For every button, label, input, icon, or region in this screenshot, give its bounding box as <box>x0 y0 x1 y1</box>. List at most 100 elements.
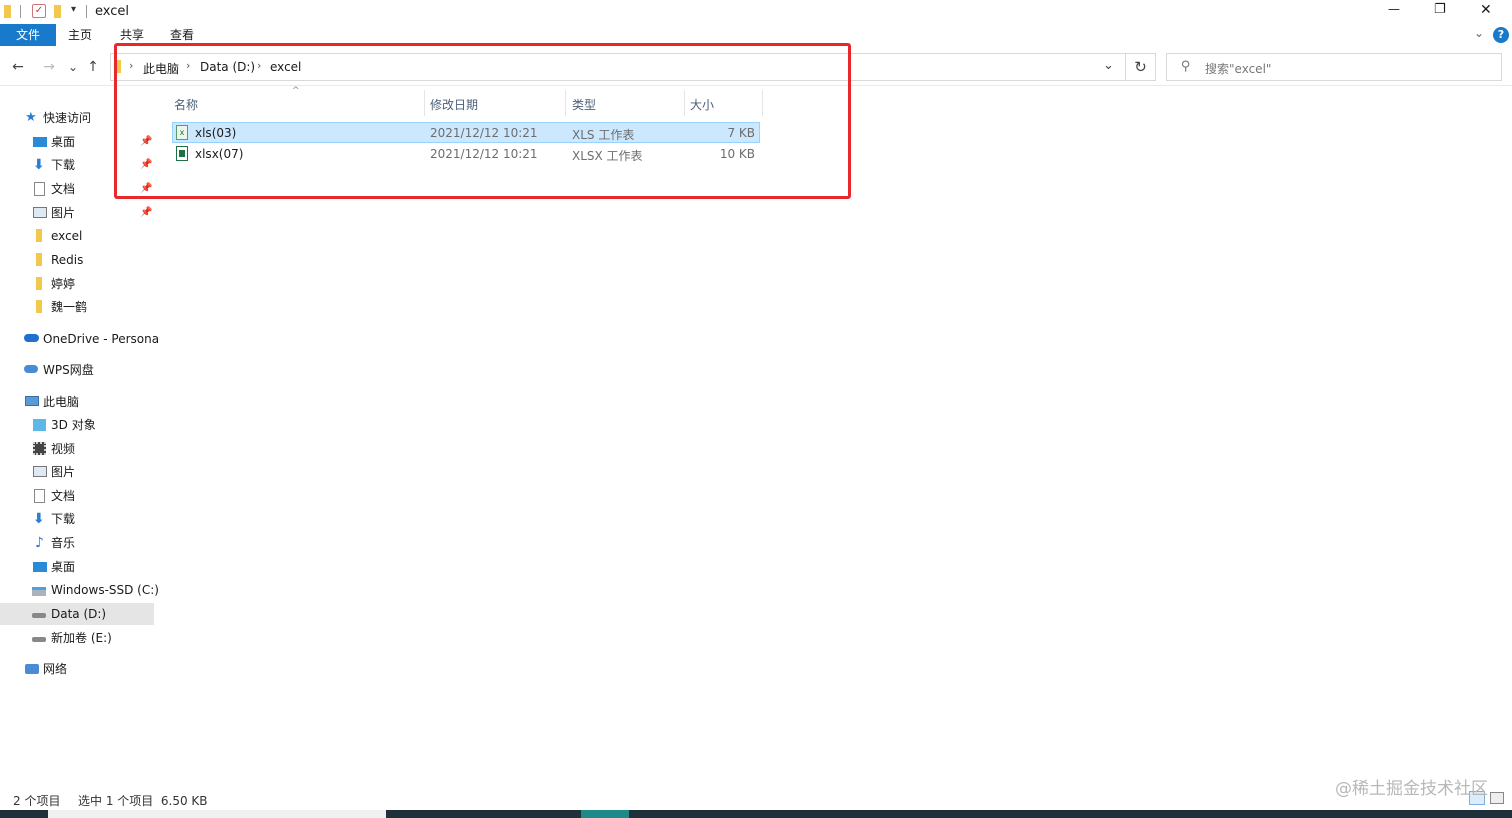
document-icon <box>34 182 45 196</box>
sidebar-item-label: 网络 <box>43 662 68 676</box>
sidebar-item-label: 音乐 <box>51 536 76 550</box>
recent-locations-dropdown[interactable]: ⌄ <box>64 58 82 76</box>
sidebar-item-label: 婷婷 <box>51 277 76 291</box>
refresh-button[interactable]: ↻ <box>1126 53 1156 81</box>
properties-icon[interactable]: ✓ <box>32 4 46 18</box>
tab-file[interactable]: 文件 <box>0 24 56 46</box>
up-button[interactable]: ↑ <box>84 58 102 76</box>
divider <box>86 5 87 18</box>
taskbar-active-app[interactable] <box>581 810 629 818</box>
sidebar-item-label: 新加卷 (E:) <box>51 631 112 645</box>
address-dropdown-icon[interactable]: ⌄ <box>1103 58 1114 73</box>
sidebar-item-music[interactable]: ♪ 音乐 <box>0 532 160 554</box>
sidebar-item-wps[interactable]: WPS网盘 <box>0 359 160 381</box>
cloud-icon <box>24 365 38 373</box>
music-icon: ♪ <box>35 535 44 551</box>
sidebar-item-label: 下载 <box>51 512 76 526</box>
taskbar <box>0 810 1512 818</box>
highlight-box <box>114 43 851 199</box>
sidebar-item-onedrive[interactable]: OneDrive - Persona <box>0 328 160 350</box>
desktop-icon <box>33 562 47 572</box>
folder-icon <box>36 229 42 242</box>
sidebar-item-network[interactable]: 网络 <box>0 658 160 680</box>
sidebar-item-label: Data (D:) <box>51 607 107 621</box>
pin-icon[interactable]: 📌 <box>140 202 152 224</box>
download-icon: ⬇ <box>33 511 45 527</box>
sidebar-item-drive-c[interactable]: Windows-SSD (C:) <box>0 579 160 601</box>
back-button[interactable]: ← <box>9 58 27 76</box>
search-box[interactable]: ⚲ 搜索"excel" <box>1166 53 1502 81</box>
sidebar-item-label: 魏一鹤 <box>51 300 88 314</box>
sidebar-item-downloads-pc[interactable]: ⬇ 下载 <box>0 508 160 530</box>
sidebar-item-label: excel <box>51 229 83 243</box>
windows-drive-icon <box>32 587 46 596</box>
network-icon <box>25 664 39 674</box>
sidebar-item-drive-e[interactable]: 新加卷 (E:) <box>0 627 160 649</box>
title-bar: ✓ ▾ excel — ❐ ✕ <box>0 0 1512 24</box>
navigation-pane: ★ 快速访问 桌面 📌 ⬇ 下载 📌 文档 📌 图片 📌 excel Redis… <box>0 96 160 786</box>
sidebar-item-label: WPS网盘 <box>43 363 94 377</box>
sidebar-item-label: 此电脑 <box>43 395 80 409</box>
sidebar-item-label: 桌面 <box>51 560 76 574</box>
sidebar-item-label: 快速访问 <box>43 111 92 125</box>
sidebar-item-label: 图片 <box>51 465 76 479</box>
star-icon: ★ <box>25 110 37 125</box>
forward-button[interactable]: → <box>40 58 58 76</box>
quick-access-toolbar-dropdown-icon[interactable]: ▾ <box>71 4 76 15</box>
restore-button[interactable]: ❐ <box>1434 2 1446 17</box>
sidebar-item-drive-d[interactable]: Data (D:) <box>0 603 154 625</box>
sidebar-item-label: 下载 <box>51 158 76 172</box>
sidebar-item-label: Redis <box>51 253 84 267</box>
sidebar-item-this-pc[interactable]: 此电脑 <box>0 391 160 413</box>
help-icon[interactable]: ? <box>1493 27 1509 43</box>
status-bar: 2 个项目 选中 1 个项目 6.50 KB <box>0 788 1512 810</box>
folder-icon <box>36 277 42 290</box>
sidebar-item-weiyihe[interactable]: 魏一鹤 <box>0 296 160 318</box>
new-folder-icon[interactable] <box>54 5 61 18</box>
selection-info: 选中 1 个项目 6.50 KB <box>78 794 208 808</box>
sidebar-item-label: OneDrive - Persona <box>43 332 160 346</box>
divider <box>20 5 21 18</box>
sidebar-item-label: 图片 <box>51 206 76 220</box>
sidebar-item-label: Windows-SSD (C:) <box>51 583 159 597</box>
search-icon: ⚲ <box>1181 59 1191 74</box>
taskbar-search-box[interactable] <box>48 810 386 818</box>
folder-icon <box>4 5 11 18</box>
close-button[interactable]: ✕ <box>1480 2 1492 18</box>
desktop-icon <box>33 137 47 147</box>
sidebar-item-3d-objects[interactable]: 3D 对象 <box>0 414 160 436</box>
download-icon: ⬇ <box>33 157 45 173</box>
drive-icon <box>32 613 46 618</box>
sidebar-item-redis[interactable]: Redis <box>0 249 160 271</box>
sidebar-item-label: 文档 <box>51 489 76 503</box>
picture-icon <box>33 207 47 218</box>
minimize-button[interactable]: — <box>1388 2 1400 16</box>
search-input[interactable]: 搜索"excel" <box>1205 60 1271 77</box>
sidebar-item-label: 视频 <box>51 442 76 456</box>
sidebar-item-label: 文档 <box>51 182 76 196</box>
computer-icon <box>25 396 39 406</box>
sidebar-item-videos[interactable]: 视频 <box>0 438 160 460</box>
sidebar-item-label: 桌面 <box>51 135 76 149</box>
document-icon <box>34 489 45 503</box>
folder-icon <box>36 300 42 313</box>
sidebar-item-label: 3D 对象 <box>51 418 96 432</box>
sidebar-item-desktop-pc[interactable]: 桌面 <box>0 556 160 578</box>
watermark: @稀土掘金技术社区 <box>1335 779 1488 799</box>
sidebar-item-excel[interactable]: excel <box>0 225 160 247</box>
expand-ribbon-icon[interactable]: ⌄ <box>1474 26 1484 40</box>
item-count: 2 个项目 <box>13 794 61 808</box>
video-icon <box>33 442 46 455</box>
sidebar-item-pictures-pc[interactable]: 图片 <box>0 461 160 483</box>
large-icons-view-icon[interactable] <box>1490 792 1504 804</box>
folder-icon <box>36 253 42 266</box>
cloud-icon <box>24 334 39 342</box>
window-title: excel <box>95 4 129 19</box>
drive-icon <box>32 637 46 642</box>
picture-icon <box>33 466 47 477</box>
sidebar-item-pictures[interactable]: 图片 📌 <box>0 202 160 224</box>
sidebar-item-tingting[interactable]: 婷婷 <box>0 273 160 295</box>
sidebar-item-documents-pc[interactable]: 文档 <box>0 485 160 507</box>
tab-home[interactable]: 主页 <box>60 24 100 46</box>
cube-icon <box>33 419 46 431</box>
